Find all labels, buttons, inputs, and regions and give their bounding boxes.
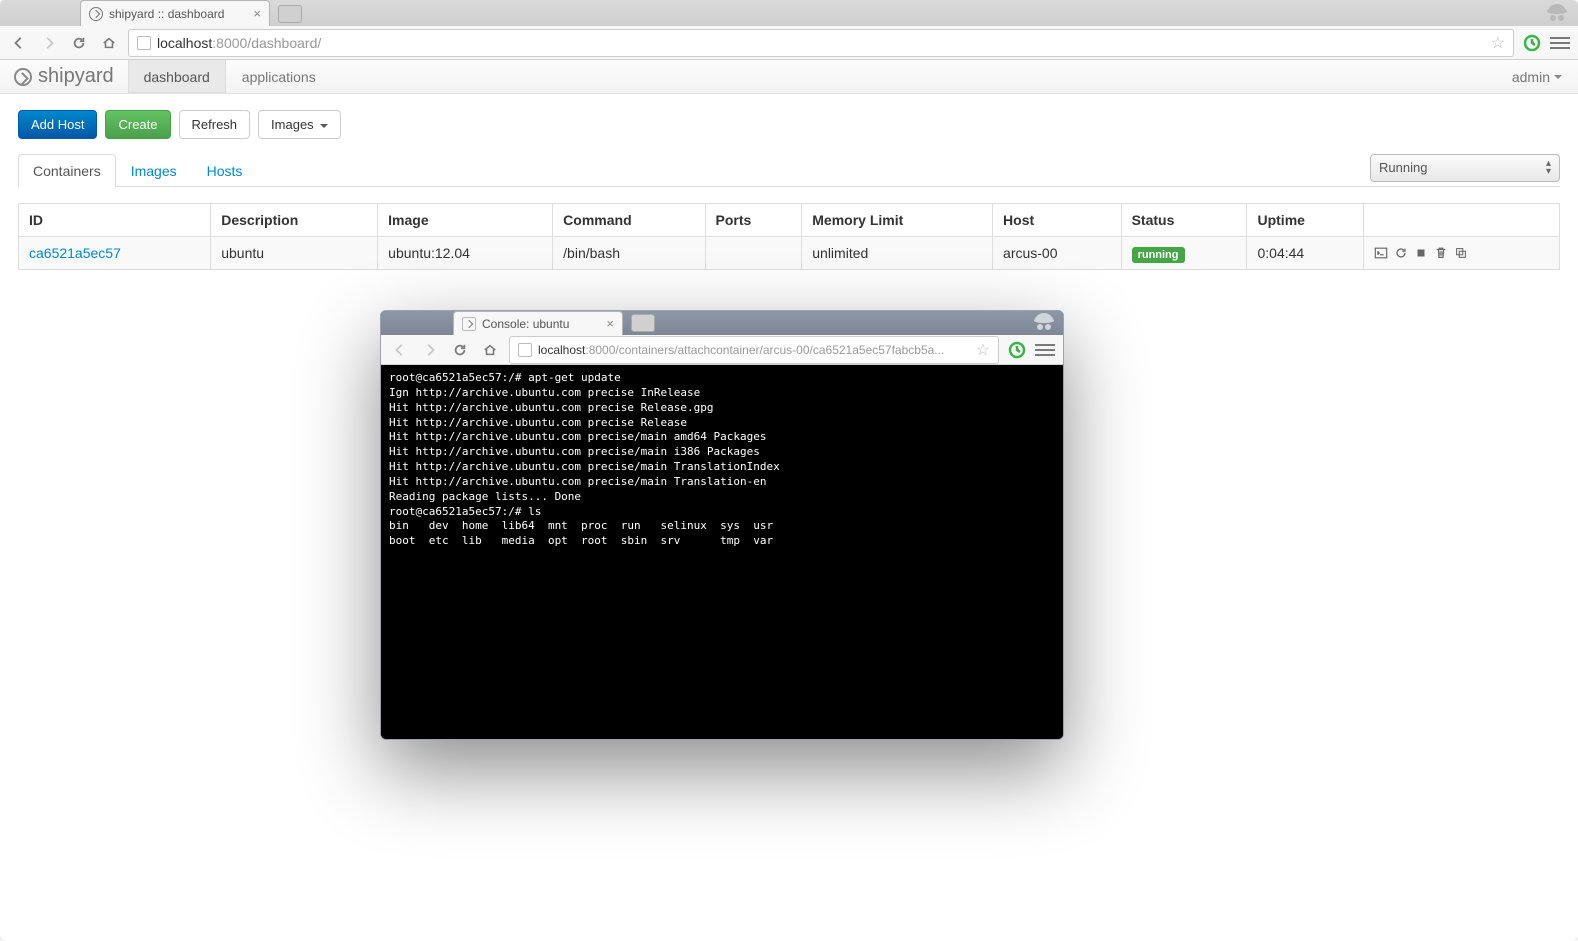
console-tab-strip: Console: ubuntu ×: [381, 311, 1063, 335]
bookmark-star-icon[interactable]: ☆: [1491, 33, 1505, 53]
address-bar[interactable]: localhost:8000/dashboard/ ☆: [128, 29, 1514, 57]
col-id: ID: [19, 204, 211, 237]
browser-tab-strip: shipyard :: dashboard ×: [0, 0, 1578, 26]
console-new-tab-button[interactable]: [631, 314, 655, 332]
reload-button[interactable]: [68, 32, 90, 54]
col-actions: [1364, 204, 1560, 237]
nav-applications[interactable]: applications: [226, 60, 332, 93]
console-incognito-icon: [1029, 311, 1059, 333]
forward-button[interactable]: [38, 32, 60, 54]
images-dropdown-button[interactable]: Images: [258, 110, 341, 139]
console-site-info-icon[interactable]: [518, 343, 532, 357]
cell-image: ubuntu:12.04: [378, 237, 553, 270]
tab-title: shipyard :: dashboard: [109, 7, 224, 21]
col-host: Host: [993, 204, 1122, 237]
console-back-button[interactable]: [389, 339, 411, 361]
user-menu[interactable]: admin: [1496, 60, 1578, 93]
cell-command: /bin/bash: [553, 237, 705, 270]
back-button[interactable]: [8, 32, 30, 54]
terminal-output[interactable]: root@ca6521a5ec57:/# apt-get update Ign …: [381, 365, 1063, 739]
extension-icon[interactable]: [1522, 33, 1542, 53]
console-extension-icon[interactable]: [1007, 340, 1027, 360]
content-tabs: Containers Images Hosts Running ▴▾: [18, 153, 1560, 187]
console-home-button[interactable]: [479, 339, 501, 361]
app-navbar: shipyard dashboard applications admin: [0, 60, 1578, 94]
brand-text: shipyard: [38, 65, 114, 88]
containers-table: ID Description Image Command Ports Memor…: [18, 203, 1560, 270]
container-id-link[interactable]: ca6521a5ec57: [29, 245, 121, 261]
new-tab-button[interactable]: [278, 5, 302, 23]
status-filter-select[interactable]: Running ▴▾: [1370, 154, 1560, 182]
favicon-icon: [89, 7, 103, 21]
chrome-menu-button[interactable]: [1550, 33, 1570, 53]
tab-containers[interactable]: Containers: [18, 154, 116, 187]
col-image: Image: [378, 204, 553, 237]
cell-host: arcus-00: [993, 237, 1122, 270]
col-ports: Ports: [705, 204, 802, 237]
create-button[interactable]: Create: [105, 110, 170, 139]
console-address-bar[interactable]: localhost:8000/containers/attachcontaine…: [509, 336, 999, 364]
action-buttons: Add Host Create Refresh Images: [18, 110, 1560, 139]
table-header-row: ID Description Image Command Ports Memor…: [19, 204, 1560, 237]
console-reload-button[interactable]: [449, 339, 471, 361]
browser-toolbar: localhost:8000/dashboard/ ☆: [0, 26, 1578, 60]
console-forward-button[interactable]: [419, 339, 441, 361]
console-browser-window[interactable]: Console: ubuntu × localhost:8000/contain…: [380, 310, 1064, 740]
col-uptime: Uptime: [1247, 204, 1364, 237]
tab-hosts[interactable]: Hosts: [192, 154, 258, 187]
console-tab-active[interactable]: Console: ubuntu ×: [453, 311, 623, 335]
brand[interactable]: shipyard: [0, 60, 128, 93]
col-description: Description: [211, 204, 378, 237]
col-memory: Memory Limit: [802, 204, 993, 237]
col-command: Command: [553, 204, 705, 237]
cell-memory: unlimited: [802, 237, 993, 270]
user-name: admin: [1512, 69, 1550, 85]
console-browser-toolbar: localhost:8000/containers/attachcontaine…: [381, 335, 1063, 365]
incognito-icon: [1542, 2, 1572, 24]
tab-close-icon[interactable]: ×: [253, 6, 261, 21]
cell-uptime: 0:04:44: [1247, 237, 1364, 270]
nav-dashboard[interactable]: dashboard: [128, 60, 226, 93]
console-bookmark-star-icon[interactable]: ☆: [976, 340, 990, 360]
console-chrome-menu-button[interactable]: [1035, 340, 1055, 360]
console-url-text: localhost:8000/containers/attachcontaine…: [538, 343, 944, 357]
site-info-icon[interactable]: [137, 36, 151, 50]
console-tab-title: Console: ubuntu: [482, 317, 569, 331]
table-row: ca6521a5ec57 ubuntu ubuntu:12.04 /bin/ba…: [19, 237, 1560, 270]
filter-value: Running: [1379, 160, 1427, 175]
restart-icon[interactable]: [1394, 246, 1408, 260]
row-actions: [1374, 246, 1549, 260]
console-favicon-icon: [462, 317, 476, 331]
clone-icon[interactable]: [1454, 246, 1468, 260]
select-arrows-icon: ▴▾: [1546, 160, 1551, 176]
add-host-button[interactable]: Add Host: [18, 110, 97, 139]
browser-tab-active[interactable]: shipyard :: dashboard ×: [80, 0, 270, 26]
console-tab-close-icon[interactable]: ×: [606, 316, 614, 331]
chevron-down-icon: [1554, 75, 1562, 79]
url-text: localhost:8000/dashboard/: [157, 35, 321, 51]
cell-ports: [705, 237, 802, 270]
destroy-icon[interactable]: [1434, 246, 1448, 260]
console-icon[interactable]: [1374, 246, 1388, 260]
stop-icon[interactable]: [1414, 246, 1428, 260]
refresh-button[interactable]: Refresh: [179, 110, 251, 139]
tab-images[interactable]: Images: [116, 154, 192, 187]
page-content: Add Host Create Refresh Images Container…: [0, 94, 1578, 286]
home-button[interactable]: [98, 32, 120, 54]
status-badge: running: [1132, 247, 1185, 263]
brand-icon: [14, 68, 32, 86]
cell-description: ubuntu: [211, 237, 378, 270]
col-status: Status: [1121, 204, 1247, 237]
